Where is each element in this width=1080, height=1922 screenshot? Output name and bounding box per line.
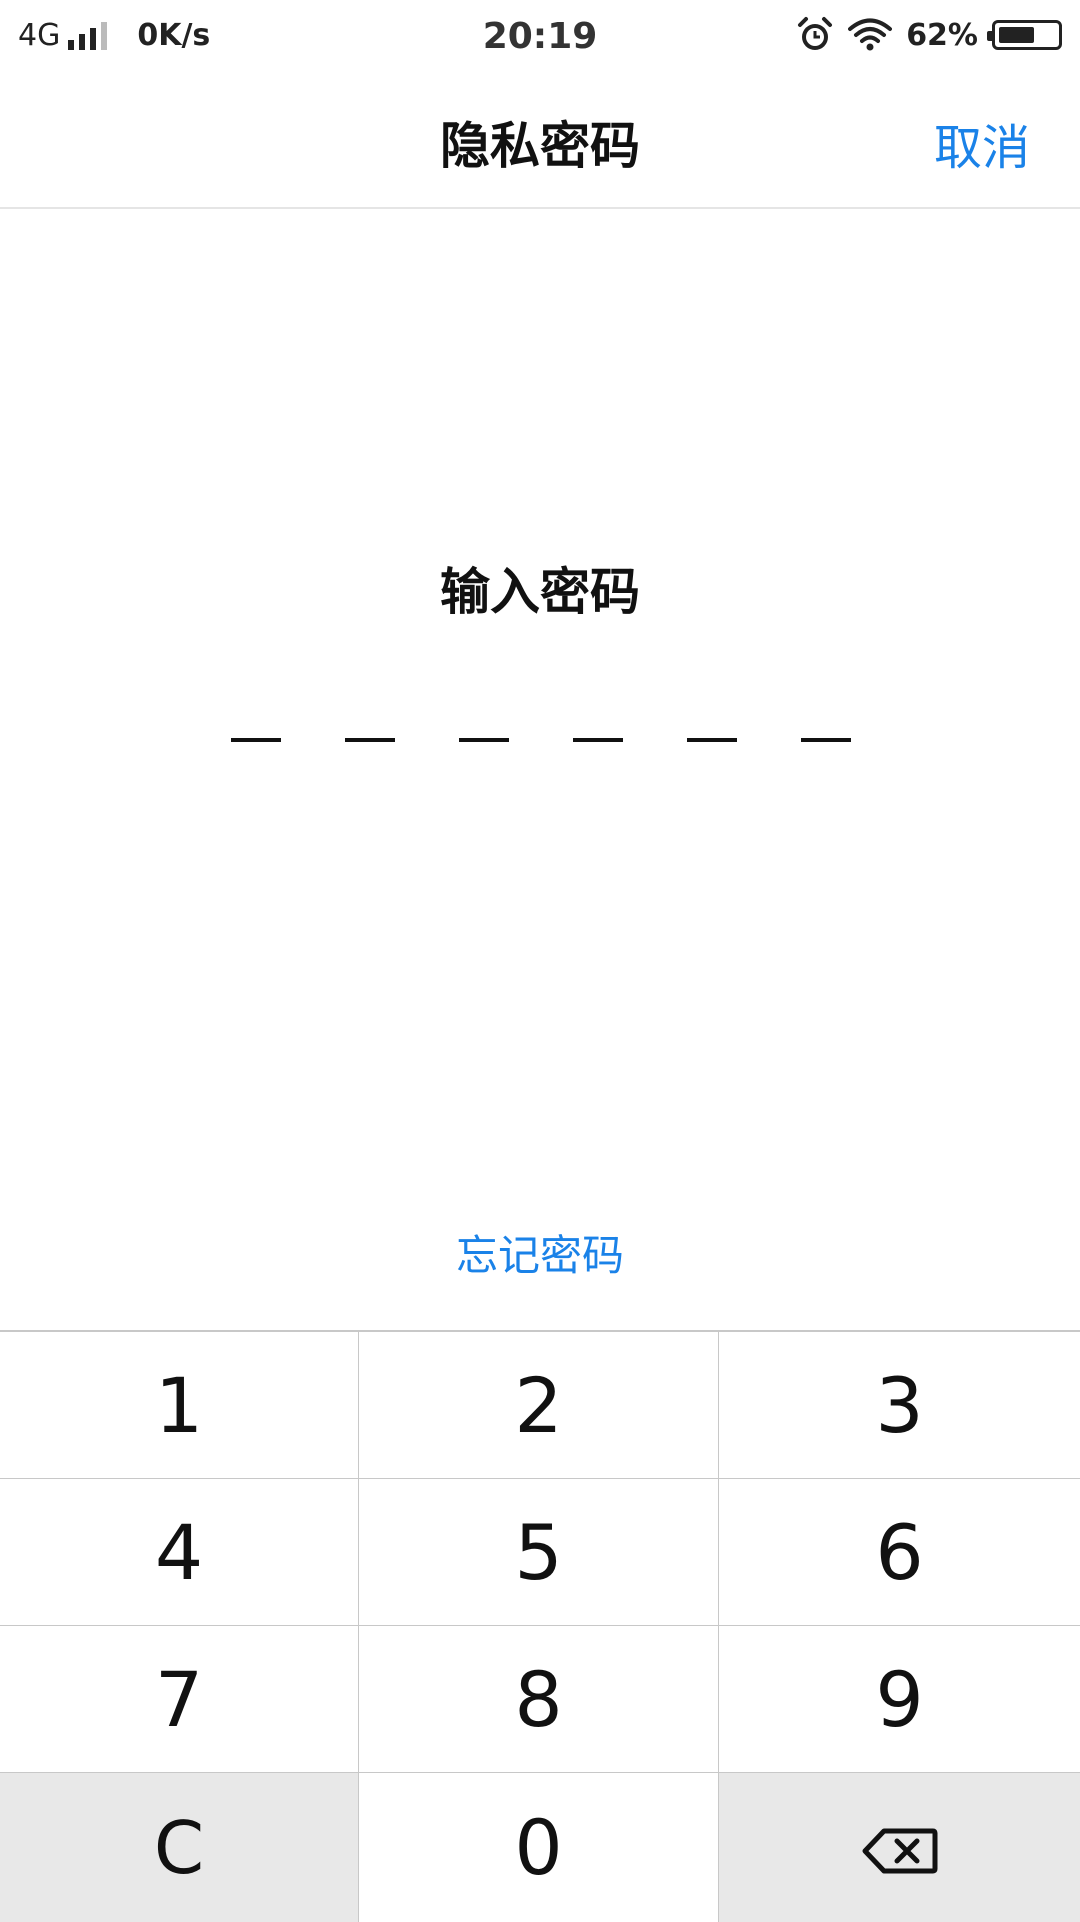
battery-icon bbox=[987, 20, 1062, 50]
key-4[interactable]: 4 bbox=[0, 1479, 359, 1626]
battery-percent: 62% bbox=[906, 17, 978, 53]
title-bar: 隐私密码 取消 bbox=[0, 76, 1080, 209]
alarm-icon bbox=[796, 16, 834, 54]
numeric-keypad: 1 2 3 4 5 6 7 8 9 C 0 bbox=[0, 1330, 1080, 1922]
pin-slot bbox=[573, 738, 623, 742]
enter-password-label: 输入密码 bbox=[440, 563, 640, 621]
key-9[interactable]: 9 bbox=[719, 1626, 1080, 1773]
key-5[interactable]: 5 bbox=[359, 1479, 719, 1626]
clear-key[interactable]: C bbox=[0, 1773, 359, 1922]
backspace-icon bbox=[862, 1803, 938, 1892]
pin-slot bbox=[687, 738, 737, 742]
key-2[interactable]: 2 bbox=[359, 1332, 719, 1479]
pin-slot bbox=[345, 738, 395, 742]
wifi-icon bbox=[848, 18, 893, 52]
page-title: 隐私密码 bbox=[440, 117, 640, 175]
key-7[interactable]: 7 bbox=[0, 1626, 359, 1773]
key-1[interactable]: 1 bbox=[0, 1332, 359, 1479]
forgot-password-link[interactable]: 忘记密码 bbox=[0, 1222, 1080, 1283]
key-0[interactable]: 0 bbox=[359, 1773, 719, 1922]
status-bar: 4G 0K/s 20:19 62% bbox=[0, 0, 1080, 76]
pin-slot bbox=[801, 738, 851, 742]
backspace-key[interactable] bbox=[719, 1773, 1080, 1922]
pin-slot bbox=[231, 738, 281, 742]
status-right: 62% bbox=[796, 16, 1062, 54]
pin-input[interactable] bbox=[231, 738, 851, 742]
cancel-button[interactable]: 取消 bbox=[934, 108, 1030, 178]
key-8[interactable]: 8 bbox=[359, 1626, 719, 1773]
key-3[interactable]: 3 bbox=[719, 1332, 1080, 1479]
key-6[interactable]: 6 bbox=[719, 1479, 1080, 1626]
pin-slot bbox=[459, 738, 509, 742]
